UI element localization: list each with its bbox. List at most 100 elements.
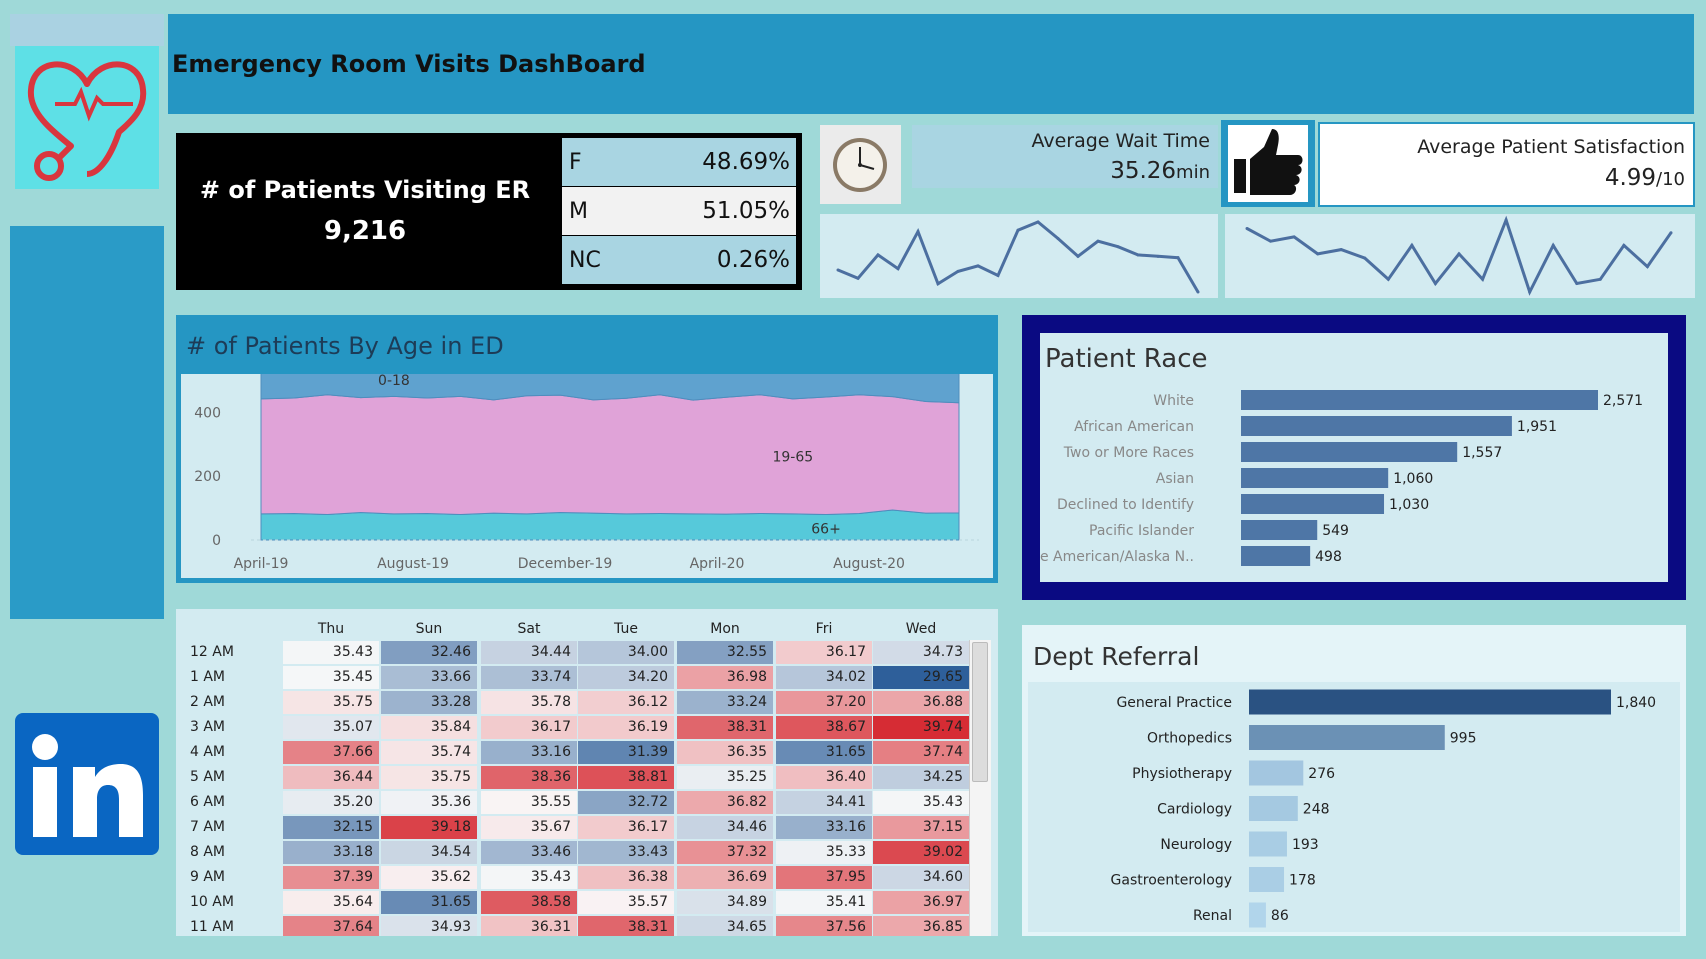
heatmap-cell[interactable]: 33.24 xyxy=(677,691,773,714)
heatmap-cell[interactable]: 34.54 xyxy=(381,841,477,864)
heatmap-cell[interactable]: 37.74 xyxy=(873,741,969,764)
heatmap-cell[interactable]: 36.12 xyxy=(578,691,674,714)
heatmap-cell[interactable]: 33.66 xyxy=(381,666,477,689)
bar[interactable] xyxy=(1249,689,1611,715)
heatmap-cell[interactable]: 36.97 xyxy=(873,891,969,914)
sparkline-point[interactable] xyxy=(936,282,940,286)
heatmap-cell[interactable]: 37.39 xyxy=(283,866,379,889)
heatmap-cell[interactable]: 36.44 xyxy=(283,766,379,789)
heatmap-cell[interactable]: 33.18 xyxy=(283,841,379,864)
sparkline-point[interactable] xyxy=(1036,220,1040,224)
bar[interactable] xyxy=(1249,867,1285,892)
heatmap-cell[interactable]: 34.89 xyxy=(677,891,773,914)
heatmap-cell[interactable]: 31.65 xyxy=(776,741,872,764)
heatmap-cell[interactable]: 31.39 xyxy=(578,741,674,764)
heatmap-cell[interactable]: 33.74 xyxy=(481,666,577,689)
heatmap-cell[interactable]: 35.55 xyxy=(481,791,577,814)
heatmap-cell[interactable]: 34.60 xyxy=(873,866,969,889)
heatmap-cell[interactable]: 33.28 xyxy=(381,691,477,714)
sparkline-point[interactable] xyxy=(1551,243,1555,247)
heatmap-cell[interactable]: 29.65 xyxy=(873,666,969,689)
heatmap-cell[interactable]: 34.25 xyxy=(873,766,969,789)
heatmap-cell[interactable]: 38.31 xyxy=(677,716,773,739)
sparkline-point[interactable] xyxy=(1316,252,1320,256)
bar[interactable] xyxy=(1241,442,1458,462)
heatmap-cell[interactable]: 34.93 xyxy=(381,916,477,936)
heatmap-cell[interactable]: 36.40 xyxy=(776,766,872,789)
heatmap-cell[interactable]: 32.15 xyxy=(283,816,379,839)
heatmap-cell[interactable]: 36.85 xyxy=(873,916,969,936)
sparkline-point[interactable] xyxy=(1410,243,1414,247)
heatmap-cell[interactable]: 36.17 xyxy=(578,816,674,839)
sparkline-point[interactable] xyxy=(1292,235,1296,239)
heatmap-cell[interactable]: 35.78 xyxy=(481,691,577,714)
heatmap-cell[interactable]: 36.35 xyxy=(677,741,773,764)
heatmap-cell[interactable]: 38.36 xyxy=(481,766,577,789)
heatmap-cell[interactable]: 35.75 xyxy=(283,691,379,714)
sparkline-point[interactable] xyxy=(1575,282,1579,286)
age-band-19-65[interactable] xyxy=(260,394,960,515)
sparkline-point[interactable] xyxy=(1457,252,1461,256)
heatmap-cell[interactable]: 35.45 xyxy=(283,666,379,689)
heatmap-cell[interactable]: 35.36 xyxy=(381,791,477,814)
bar[interactable] xyxy=(1241,494,1385,514)
heatmap-cell[interactable]: 36.98 xyxy=(677,666,773,689)
bar[interactable] xyxy=(1241,390,1598,410)
heatmap-cell[interactable]: 37.66 xyxy=(283,741,379,764)
heatmap-cell[interactable]: 39.74 xyxy=(873,716,969,739)
heatmap-cell[interactable]: 37.20 xyxy=(776,691,872,714)
sparkline-point[interactable] xyxy=(856,276,860,280)
heatmap-cell[interactable]: 39.18 xyxy=(381,816,477,839)
heatmap-cell[interactable]: 33.16 xyxy=(481,741,577,764)
heatmap-cell[interactable]: 32.72 xyxy=(578,791,674,814)
sparkline-point[interactable] xyxy=(1016,228,1020,232)
heatmap-cell[interactable]: 34.44 xyxy=(481,641,577,664)
bar[interactable] xyxy=(1249,796,1298,821)
heatmap-cell[interactable]: 33.46 xyxy=(481,841,577,864)
heatmap-cell[interactable]: 36.82 xyxy=(677,791,773,814)
heatmap-cell[interactable]: 36.88 xyxy=(873,691,969,714)
heatmap-cell[interactable]: 34.65 xyxy=(677,916,773,936)
heatmap-cell[interactable]: 39.02 xyxy=(873,841,969,864)
sparkline-point[interactable] xyxy=(1136,253,1140,257)
heatmap-cell[interactable]: 35.41 xyxy=(776,891,872,914)
sparkline-point[interactable] xyxy=(976,264,980,268)
sparkline-point[interactable] xyxy=(1096,239,1100,243)
sparkline-point[interactable] xyxy=(1433,282,1437,286)
heatmap-cell[interactable]: 36.19 xyxy=(578,716,674,739)
sparkline-point[interactable] xyxy=(1504,218,1508,222)
heatmap-cell[interactable]: 35.07 xyxy=(283,716,379,739)
sparkline-point[interactable] xyxy=(1363,256,1367,260)
heatmap-cell[interactable]: 34.73 xyxy=(873,641,969,664)
bar[interactable] xyxy=(1241,546,1311,566)
sparkline-point[interactable] xyxy=(1622,243,1626,247)
bar[interactable] xyxy=(1249,902,1266,928)
heatmap-cell[interactable]: 36.38 xyxy=(578,866,674,889)
heatmap-cell[interactable]: 38.67 xyxy=(776,716,872,739)
heatmap-cell[interactable]: 34.00 xyxy=(578,641,674,664)
heatmap-cell[interactable]: 35.75 xyxy=(381,766,477,789)
sparkline-point[interactable] xyxy=(1116,245,1120,249)
sparkline-point[interactable] xyxy=(916,230,920,234)
sparkline-point[interactable] xyxy=(876,253,880,257)
sparkline-point[interactable] xyxy=(1645,265,1649,269)
age-band-66+[interactable] xyxy=(260,509,960,541)
heatmap-cell[interactable]: 36.17 xyxy=(481,716,577,739)
heatmap-cell[interactable]: 33.43 xyxy=(578,841,674,864)
sparkline-point[interactable] xyxy=(1339,248,1343,252)
bar[interactable] xyxy=(1241,520,1318,540)
sparkline-point[interactable] xyxy=(1669,231,1673,235)
heatmap-cell[interactable]: 37.64 xyxy=(283,916,379,936)
heatmap-cell[interactable]: 35.74 xyxy=(381,741,477,764)
heatmap-cell[interactable]: 35.33 xyxy=(776,841,872,864)
heatmap-cell[interactable]: 32.55 xyxy=(677,641,773,664)
heatmap-cell[interactable]: 34.41 xyxy=(776,791,872,814)
sparkline-point[interactable] xyxy=(1269,239,1273,243)
sparkline-point[interactable] xyxy=(956,269,960,273)
gender-row-nc[interactable]: NC 0.26% xyxy=(562,236,796,284)
sparkline-point[interactable] xyxy=(1528,290,1532,294)
heatmap-cell[interactable]: 35.64 xyxy=(283,891,379,914)
heatmap-cell[interactable]: 34.02 xyxy=(776,666,872,689)
sparkline-point[interactable] xyxy=(996,274,1000,278)
heatmap-cell[interactable]: 35.57 xyxy=(578,891,674,914)
